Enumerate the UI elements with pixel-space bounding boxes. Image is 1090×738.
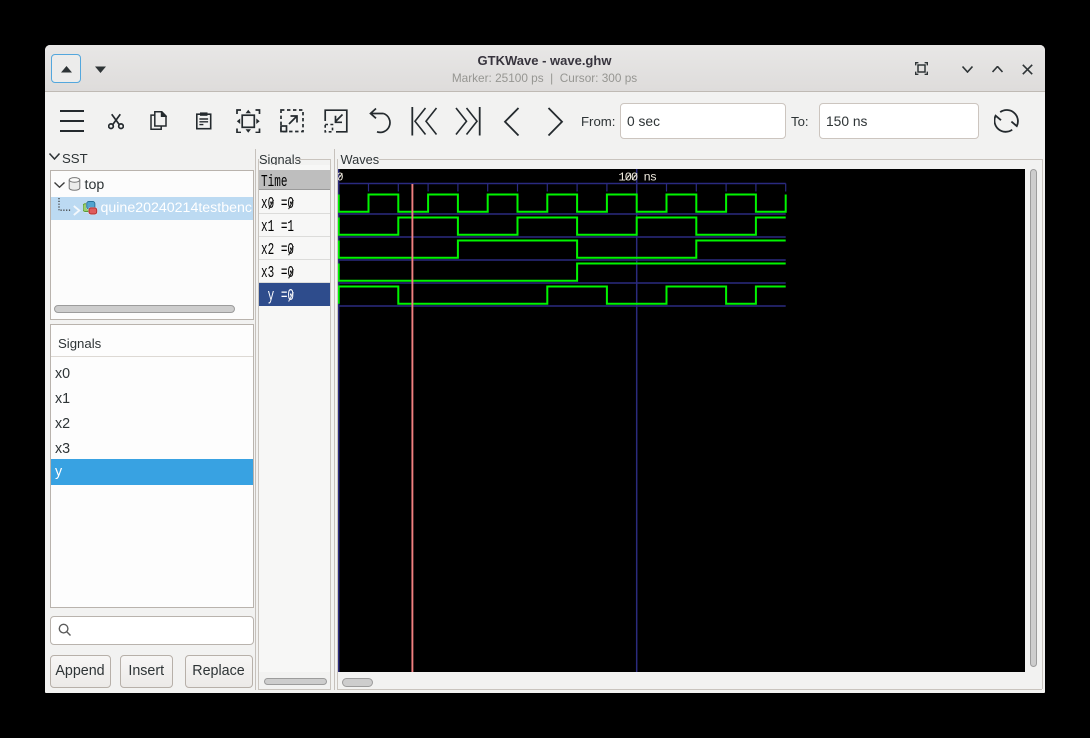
svg-text:100 ns: 100 ns bbox=[618, 170, 656, 184]
